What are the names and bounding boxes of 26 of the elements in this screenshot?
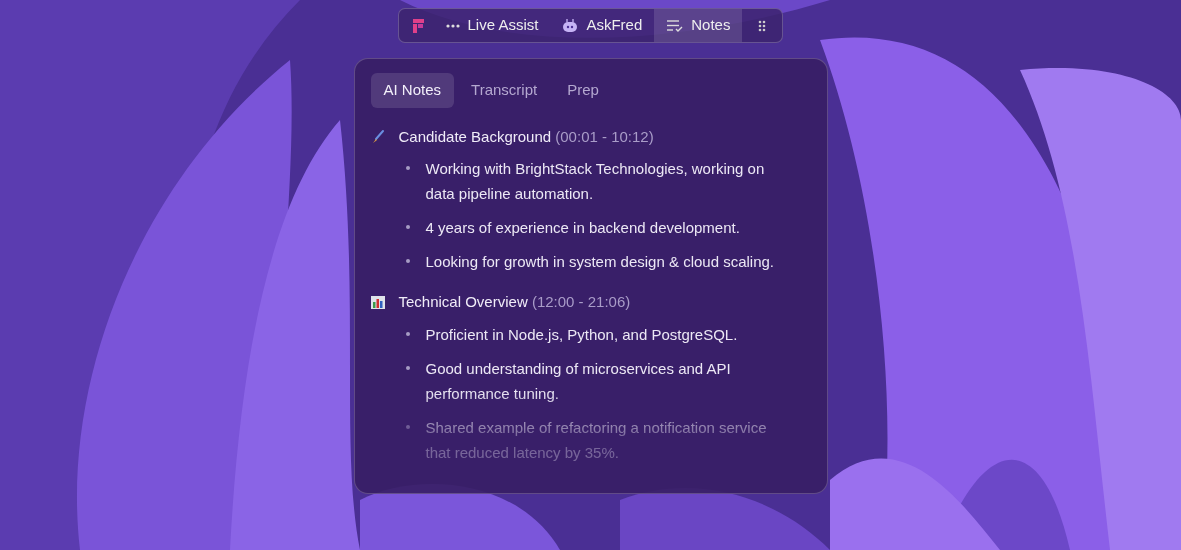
- bullet-text: Shared example of refactoring a notification service that reduced latency by 35%.: [425, 417, 768, 463]
- list-check-icon: [666, 18, 684, 33]
- tab[interactable]: Transcript: [458, 73, 551, 108]
- bullet-icon: [405, 259, 410, 263]
- section-title: Candidate Background (00:01 - 10:12): [398, 126, 654, 147]
- bullet-icon: [405, 331, 410, 336]
- bullet-text: 4 years of experience in backend development.: [425, 218, 740, 238]
- robot-icon: [562, 18, 579, 33]
- toolbar-button[interactable]: Live Assist: [433, 9, 551, 42]
- toolbar-button[interactable]: AskFred: [550, 9, 655, 42]
- section-title: Technical Overview (12:00 - 21:06): [398, 292, 631, 312]
- bullet-text: Working with BrightStack Technologies, working on data pipeline automation.: [425, 159, 766, 204]
- bullet-text: Good understanding of microservices and API performance tuning.: [425, 358, 732, 404]
- drag-handle-icon[interactable]: [758, 19, 767, 32]
- tab[interactable]: AI Notes: [370, 73, 455, 108]
- bar-chart-icon: [370, 294, 385, 310]
- tab[interactable]: Prep: [554, 73, 612, 108]
- bullet-icon: [405, 166, 410, 170]
- logo-icon: [412, 18, 424, 33]
- bullet-text: Looking for growth in system design & cloud scaling.: [425, 252, 774, 272]
- toolbar-button[interactable]: Notes: [654, 9, 743, 42]
- bullet-icon: [405, 225, 410, 229]
- bullet-icon: [405, 365, 410, 370]
- bullet-text: Proficient in Node.js, Python, and PostgreSQL.: [425, 324, 738, 345]
- bullet-icon: [405, 424, 410, 429]
- brush-icon: [370, 129, 385, 145]
